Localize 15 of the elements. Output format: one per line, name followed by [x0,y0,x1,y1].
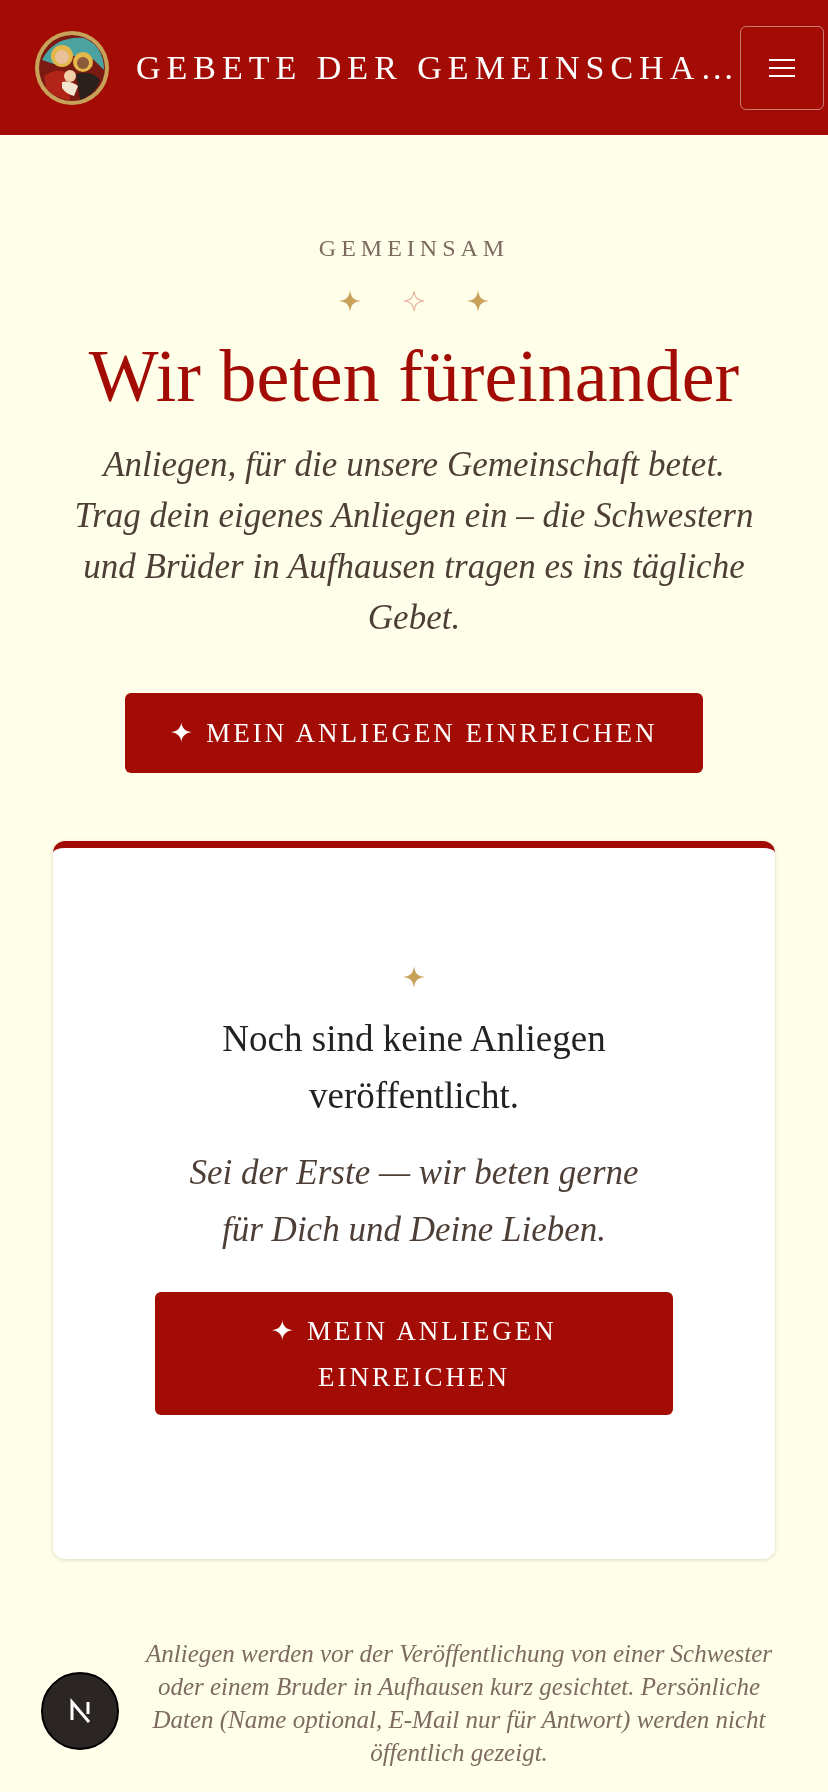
submit-request-button[interactable]: ✦ MEIN ANLIEGEN EINREICHEN [125,693,703,774]
star-outline-icon [403,290,425,312]
menu-button[interactable] [740,25,825,110]
menu-icon [769,58,796,77]
site-title: GEBETE DER GEMEINSCHA… [136,48,741,87]
star-icon [339,290,361,312]
footnote-text: Anliegen werden vor der Veröffentlichung von einer Schwester oder einem Bruder in Aufhausen kurz gesichtet. Persönliche Daten (Name optional, E-Mail nur für Antwort) werden nicht öffentlich gezeigt. [143,1639,773,1769]
star-icon [403,966,425,989]
star-icon [467,290,489,312]
empty-heading: Noch sind keine Anliegen veröffentlicht. [221,1017,607,1119]
intro-text: Anliegen, für die unsere Gemeinschaft betet. Trag dein eigenes Anliegen ein – die Schwestern und Brüder in Aufhausen tragen es ins tägliche Gebet. [73,444,755,640]
section-label: GEMEINSAM [318,235,510,262]
page-title: Wir beten füreinander [88,336,740,418]
empty-text: Sei der Erste — wir beten gerne für Dich und Deine Lieben. [188,1152,640,1252]
submit-request-button[interactable]: ✦ MEIN ANLIEGEN EINREICHEN [155,1292,673,1416]
